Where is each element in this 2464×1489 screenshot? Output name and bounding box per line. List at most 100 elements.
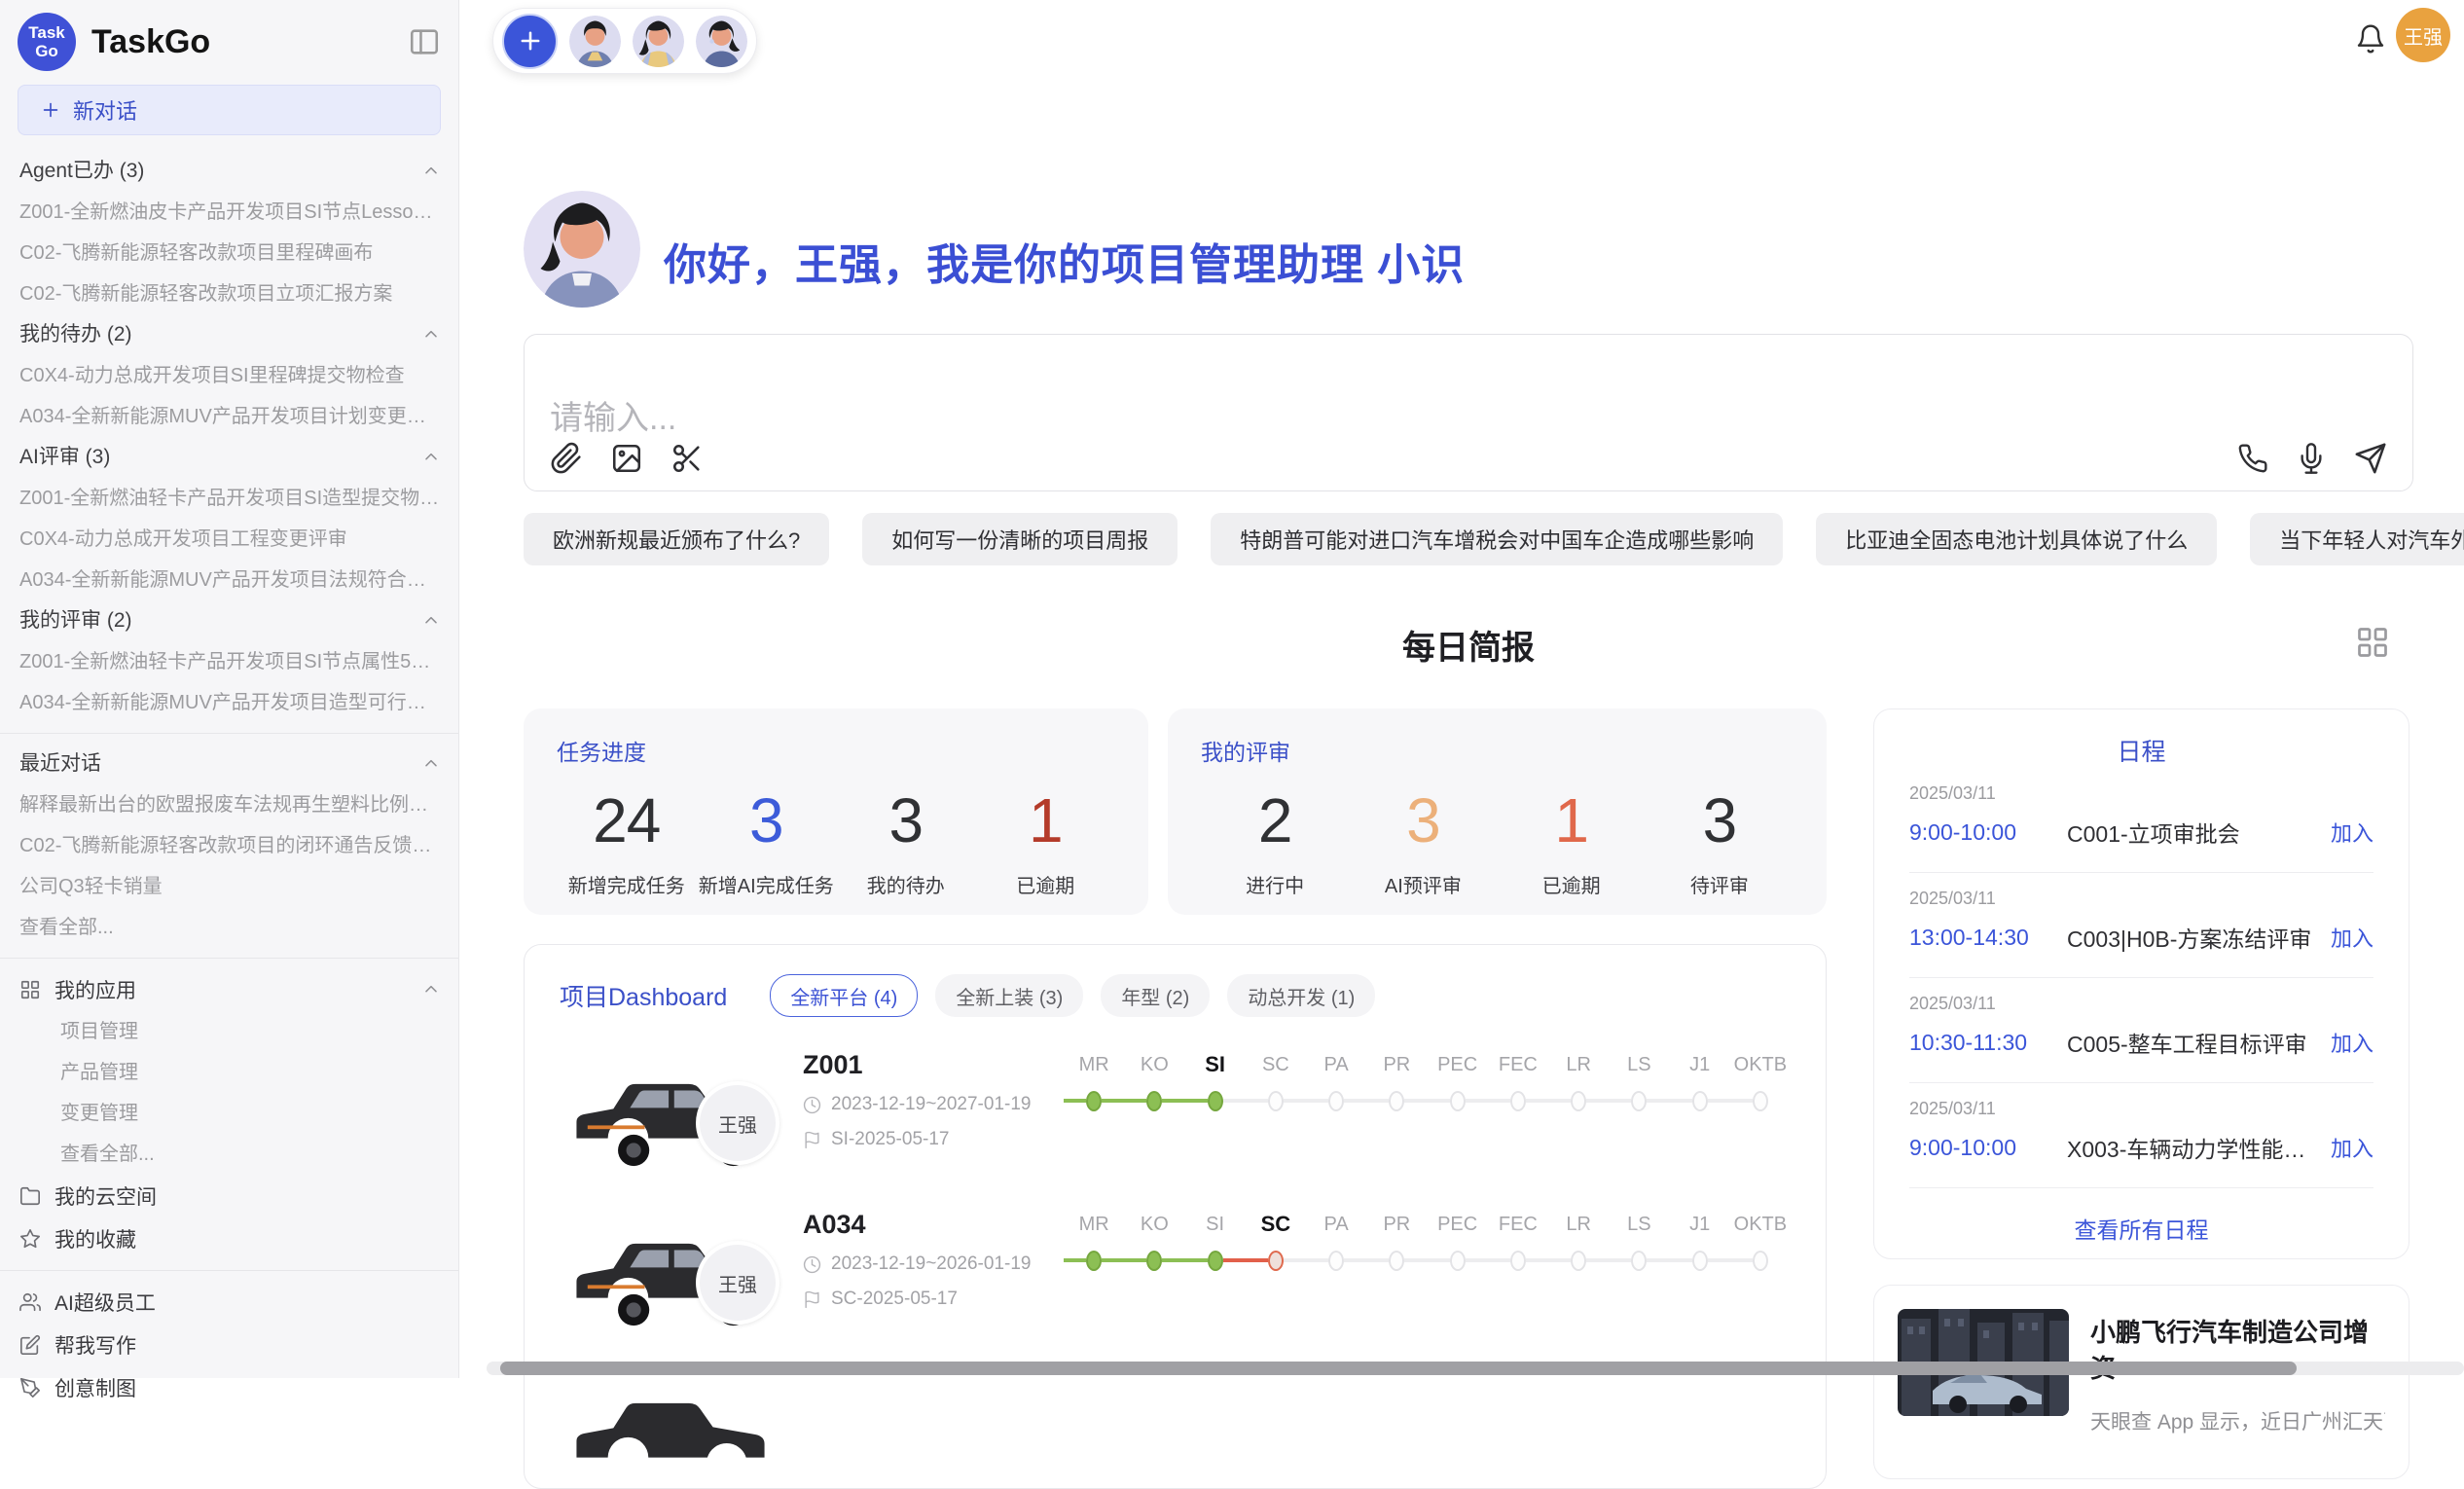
briefing-layout-icon[interactable] xyxy=(2355,625,2390,660)
message-input[interactable]: 请输入... xyxy=(550,391,2387,442)
milestone-fec: FEC xyxy=(1488,1208,1548,1352)
app-item-change-mgmt[interactable]: 变更管理 xyxy=(0,1093,458,1134)
project-milestone: SI-2025-05-17 xyxy=(803,1129,1064,1150)
sidebar-item-favorites[interactable]: 我的收藏 xyxy=(0,1217,458,1260)
screenshot-scissors-icon[interactable] xyxy=(670,442,704,475)
sidebar-item[interactable]: C0X4-动力总成开发项目SI里程碑提交物检查 xyxy=(0,355,458,396)
user-avatar[interactable]: 王强 xyxy=(2396,8,2450,62)
section-header-my-todo[interactable]: 我的待办 (2) xyxy=(0,314,458,355)
sidebar-item[interactable]: C02-飞腾新能源轻客改款项目里程碑画布 xyxy=(0,233,458,273)
sidebar-item[interactable]: A034-全新新能源MUV产品开发项目造型可行性评审 xyxy=(0,682,458,723)
microphone-icon[interactable] xyxy=(2296,443,2327,474)
app-item-product-mgmt[interactable]: 产品管理 xyxy=(0,1052,458,1093)
attachment-icon[interactable] xyxy=(550,442,583,475)
suggestion-chip[interactable]: 如何写一份清晰的项目周报 xyxy=(862,513,1178,565)
section-header-recent-chats[interactable]: 最近对话 xyxy=(0,744,458,784)
join-link[interactable]: 加入 xyxy=(2331,817,2373,848)
section-header-ai-review[interactable]: AI评审 (3) xyxy=(0,437,458,478)
recent-chat-item[interactable]: 公司Q3轻卡销量 xyxy=(0,866,458,907)
project-row[interactable]: 王强 Z001 2023-12-19~2027-01-19 SI-2025-05… xyxy=(560,1046,1791,1192)
view-all-schedule-link[interactable]: 查看所有日程 xyxy=(1909,1212,2373,1245)
flag-icon xyxy=(803,1290,821,1309)
join-link[interactable]: 加入 xyxy=(2331,1132,2373,1163)
stat-label: AI预评审 xyxy=(1349,870,1497,898)
section-title: 我的评审 (2) xyxy=(19,600,421,641)
dashboard-filters: 全新平台 (4) 全新上装 (3) 年型 (2) 动总开发 (1) xyxy=(770,974,1375,1017)
sidebar-item[interactable]: A034-全新新能源MUV产品开发项目计划变更表编写 xyxy=(0,396,458,437)
milestone-ko: KO xyxy=(1124,1208,1184,1352)
avatar[interactable] xyxy=(633,16,684,67)
app-title: TaskGo xyxy=(91,23,408,61)
sidebar-item[interactable]: A034-全新新能源MUV产品开发项目法规符合性评审 xyxy=(0,560,458,600)
filter-new-body[interactable]: 全新上装 (3) xyxy=(935,974,1083,1017)
filter-model-year[interactable]: 年型 (2) xyxy=(1101,974,1210,1017)
sidebar-item-my-apps[interactable]: 我的应用 xyxy=(0,968,458,1011)
suggestion-chip[interactable]: 特朗普可能对进口汽车增税会对中国车企造成哪些影响 xyxy=(1211,513,1783,565)
section-header-my-review[interactable]: 我的评审 (2) xyxy=(0,600,458,641)
sidebar: Task Go TaskGo 新对话 Agent已办 (3) Z001-全新燃油… xyxy=(0,0,459,1378)
sidebar-item-cloud-space[interactable]: 我的云空间 xyxy=(0,1175,458,1217)
avatar[interactable] xyxy=(569,16,621,67)
divider xyxy=(0,1270,458,1271)
milestone-label: LR xyxy=(1548,1208,1609,1241)
app-item-project-mgmt[interactable]: 项目管理 xyxy=(0,1011,458,1052)
suggestion-chip[interactable]: 当下年轻人对汽车外观有怎样的喜好趋势 xyxy=(2250,513,2464,565)
voice-call-icon[interactable] xyxy=(2237,443,2268,474)
milestone-label: KO xyxy=(1124,1048,1184,1081)
stat-value: 24 xyxy=(557,784,697,856)
new-chat-label: 新对话 xyxy=(73,94,137,126)
recent-chat-item[interactable]: 解释最新出台的欧盟报废车法规再生塑料比例被调至15%... xyxy=(0,784,458,825)
add-session-button[interactable] xyxy=(502,14,558,69)
chevron-up-icon xyxy=(421,325,441,345)
chevron-up-icon xyxy=(421,754,441,774)
sidebar-item[interactable]: C0X4-动力总成开发项目工程变更评审 xyxy=(0,519,458,560)
schedule-time: 10:30-11:30 xyxy=(1909,1030,2067,1056)
image-upload-icon[interactable] xyxy=(610,442,643,475)
divider xyxy=(0,958,458,959)
milestone-dot xyxy=(1328,1251,1344,1271)
join-link[interactable]: 加入 xyxy=(2331,1027,2373,1058)
section-header-agent-done[interactable]: Agent已办 (3) xyxy=(0,151,458,192)
sidebar-item[interactable]: Z001-全新燃油皮卡产品开发项目SI节点Lesson Learn报告 xyxy=(0,192,458,233)
milestone-label: J1 xyxy=(1670,1208,1730,1241)
filter-powertrain[interactable]: 动总开发 (1) xyxy=(1227,974,1375,1017)
filter-new-platform[interactable]: 全新平台 (4) xyxy=(770,974,918,1017)
sidebar-item[interactable]: C02-飞腾新能源轻客改款项目立项汇报方案 xyxy=(0,273,458,314)
join-link[interactable]: 加入 xyxy=(2331,922,2373,953)
milestone-pr: PR xyxy=(1366,1048,1427,1192)
horizontal-scrollbar-track[interactable] xyxy=(487,1362,2464,1375)
sidebar-item[interactable]: Z001-全新燃油轻卡产品开发项目SI造型提交物评审 xyxy=(0,478,458,519)
avatar[interactable] xyxy=(696,16,747,67)
grid-icon xyxy=(19,979,41,1000)
project-row[interactable]: 王强 A034 2023-12-19~2026-01-19 SC-2025-05… xyxy=(560,1206,1791,1352)
sidebar-item[interactable]: Z001-全新燃油轻卡产品开发项目SI节点属性5D文件评审 xyxy=(0,641,458,682)
recent-view-all[interactable]: 查看全部... xyxy=(0,907,458,948)
sidebar-item-creative-drawing[interactable]: 创意制图 xyxy=(0,1366,458,1409)
sidebar-item-help-writing[interactable]: 帮我写作 xyxy=(0,1324,458,1366)
project-dates: 2023-12-19~2027-01-19 xyxy=(803,1094,1064,1115)
send-icon[interactable] xyxy=(2354,442,2387,475)
milestone-pa: PA xyxy=(1306,1208,1366,1352)
milestone-text: SI-2025-05-17 xyxy=(831,1129,949,1150)
app-logo: Task Go xyxy=(18,13,76,71)
stat-metric: 3我的待办 xyxy=(836,784,976,898)
horizontal-scrollbar-thumb[interactable] xyxy=(500,1362,2297,1375)
stat-label: 已逾期 xyxy=(1498,870,1646,898)
schedule-time: 13:00-14:30 xyxy=(1909,925,2067,951)
apps-view-all[interactable]: 查看全部... xyxy=(0,1134,458,1175)
sidebar-collapse-icon[interactable] xyxy=(408,25,441,58)
new-chat-button[interactable]: 新对话 xyxy=(18,85,441,135)
suggestion-chip[interactable]: 比亚迪全固态电池计划具体说了什么 xyxy=(1816,513,2217,565)
logo-text-top: Task xyxy=(28,23,65,42)
schedule-event-title: C003|H0B-方案冻结评审 xyxy=(2067,921,2317,954)
chevron-up-icon xyxy=(421,980,441,999)
project-dates: 2023-12-19~2026-01-19 xyxy=(803,1253,1064,1275)
stat-label: 我的待办 xyxy=(836,870,976,898)
milestone-j1: J1 xyxy=(1670,1048,1730,1192)
sidebar-item-ai-staff[interactable]: AI超级员工 xyxy=(0,1281,458,1324)
suggestion-chip[interactable]: 欧洲新规最近颁布了什么? xyxy=(524,513,829,565)
milestone-dot xyxy=(1389,1091,1404,1111)
notification-bell-icon[interactable] xyxy=(2355,23,2386,54)
recent-chat-item[interactable]: C02-飞腾新能源轻客改款项目的闭环通告反馈情况 xyxy=(0,825,458,866)
news-card[interactable]: 小鹏飞行汽车制造公司增资 天眼查 App 显示，近日广州汇天飞行汽... xyxy=(1873,1285,2410,1479)
